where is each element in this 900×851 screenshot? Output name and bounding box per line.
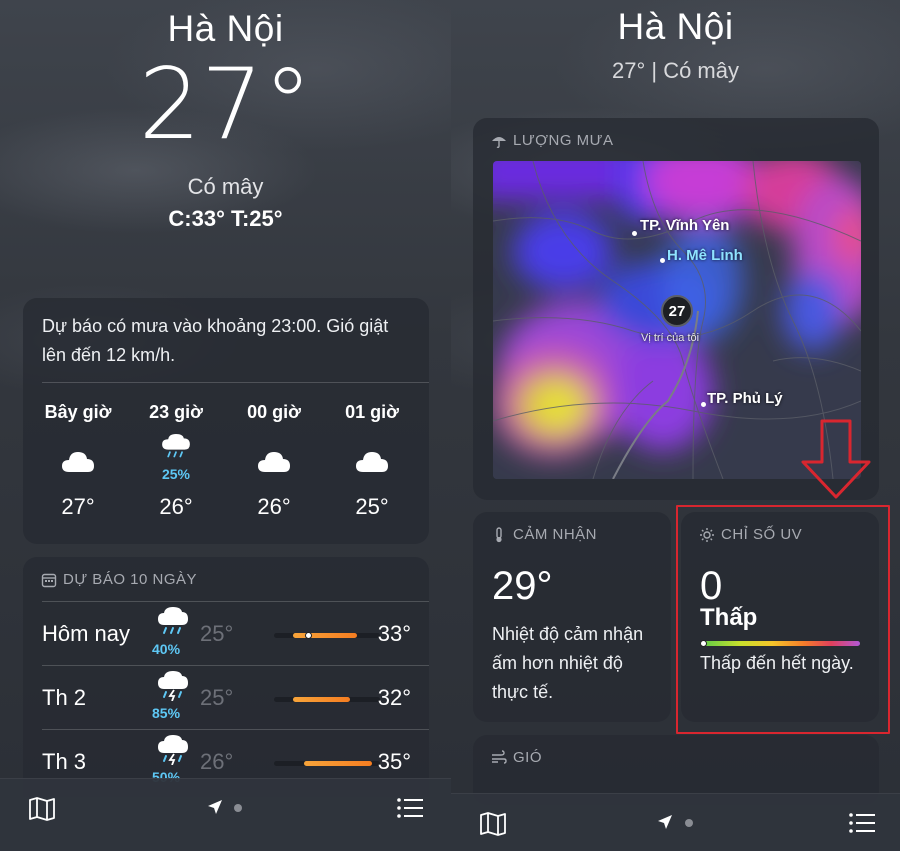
rain-probability: 25% [161, 466, 191, 482]
high-low-temperature: C:33° T:25° [168, 206, 283, 231]
rain-probability: 40% [152, 641, 181, 657]
map-label-me-linh: H. Mê Linh [667, 247, 743, 264]
bottom-toolbar [0, 778, 451, 851]
day-name: Hôm nay [42, 621, 131, 646]
current-condition: Có mây [187, 174, 264, 199]
feels-like-title-text: CẢM NHẬN [513, 526, 598, 543]
thunderstorm-icon [158, 671, 188, 701]
map-pin [660, 258, 665, 263]
page-dot[interactable] [685, 819, 693, 827]
divider [42, 665, 429, 666]
ten-day-title-text: DỰ BÁO 10 NGÀY [63, 571, 198, 588]
my-location-marker[interactable]: 27 [661, 295, 693, 327]
wind-icon [492, 749, 507, 764]
hourly-list: Bây giờ 27° 23 giờ 25% 26° 00 giờ 26° 01… [23, 400, 429, 520]
red-highlight-box [676, 505, 890, 734]
city-name: Hà Nội [167, 8, 284, 49]
ten-day-title: DỰ BÁO 10 NGÀY [41, 571, 197, 588]
day-name: Th 3 [42, 749, 87, 774]
high-temperature: 35° [377, 749, 411, 774]
temperature-range-bar [274, 761, 380, 766]
my-location-label: Vị trí của tôi [641, 332, 700, 344]
high-temperature: 32° [377, 685, 411, 710]
rain-probability: 85% [152, 705, 181, 721]
low-temperature: 25° [200, 685, 234, 710]
feels-like-description: Nhiệt độ cảm nhận ấm hơn nhiệt độ thực t… [492, 624, 644, 702]
calendar-icon [41, 573, 57, 587]
cloud-icon [62, 452, 94, 472]
divider [42, 382, 429, 383]
bottom-toolbar [451, 793, 900, 851]
hour-temperature: 26° [257, 494, 291, 519]
day-row[interactable]: Th 2 85% 25° 32° [42, 667, 411, 731]
list-icon[interactable] [396, 796, 424, 820]
current-temperature: 27° [138, 48, 313, 162]
map-label-phu-ly: TP. Phủ Lý [707, 390, 783, 407]
feels-like-card[interactable]: CẢM NHẬN 29° Nhiệt độ cảm nhận ấm hơn nh… [473, 512, 671, 722]
hour-item: 00 giờ 26° [225, 400, 323, 520]
page-dot[interactable] [234, 804, 242, 812]
weather-screen-current: Hà Nội 27° Có mây C:33° T:25° Dự báo có … [0, 0, 451, 851]
hour-item: 23 giờ 25% 26° [127, 400, 225, 520]
day-name: Th 2 [42, 685, 87, 710]
hour-temperature: 27° [61, 494, 95, 519]
hour-label: Bây giờ [44, 402, 112, 422]
red-arrow-annotation [801, 419, 871, 499]
umbrella-icon [492, 136, 506, 148]
hour-item: 01 giờ 25° [323, 400, 421, 520]
hour-temperature: 25° [355, 494, 389, 519]
map-label-vinh-yen: TP. Vĩnh Yên [640, 217, 730, 234]
cloud-rain-icon [158, 607, 188, 634]
thunderstorm-icon [158, 735, 188, 765]
hour-label: 00 giờ [247, 402, 301, 422]
forecast-summary: Dự báo có mưa vào khoảng 23:00. Gió giật… [42, 316, 389, 365]
hour-item: Bây giờ 27° [29, 400, 127, 520]
day-row[interactable]: Hôm nay 40% 25° 33° [42, 603, 411, 667]
temperature-condition-line: 27° | Có mây [611, 58, 739, 83]
compact-header: Hà Nội 27° | Có mây [451, 6, 900, 84]
feels-like-title: CẢM NHẬN [491, 526, 597, 543]
divider [42, 601, 429, 602]
temperature-range-bar [274, 632, 380, 639]
precipitation-title-text: LƯỢNG MƯA [513, 132, 614, 149]
low-temperature: 25° [200, 621, 234, 646]
map-pin [701, 402, 706, 407]
thermometer-icon [496, 526, 502, 542]
map-icon[interactable] [28, 796, 56, 822]
current-header: Hà Nội 27° Có mây C:33° T:25° [0, 8, 451, 232]
temperature-range-fill [293, 697, 351, 702]
high-temperature: 33° [377, 621, 411, 646]
location-arrow-icon[interactable] [207, 799, 223, 815]
wind-title: GIÓ [491, 749, 542, 766]
map-pin [632, 231, 637, 236]
current-temperature-dot [304, 632, 312, 639]
hour-temperature: 26° [159, 494, 193, 519]
hour-label: 23 giờ [149, 402, 203, 422]
temperature-range-bar [274, 697, 380, 702]
map-icon[interactable] [479, 811, 507, 837]
cloud-icon [356, 452, 388, 472]
hourly-forecast-card[interactable]: Dự báo có mưa vào khoảng 23:00. Gió giật… [23, 298, 429, 544]
wind-title-text: GIÓ [513, 749, 543, 766]
hour-label: 01 giờ [345, 402, 399, 422]
low-temperature: 26° [200, 749, 234, 774]
ten-day-forecast-card[interactable]: DỰ BÁO 10 NGÀY Hôm nay 40% 25° 33° Th 2 … [23, 557, 429, 797]
cloud-icon [258, 452, 290, 472]
feels-like-value: 29° [492, 564, 553, 608]
cloud-rain-icon [162, 434, 190, 458]
divider [42, 729, 429, 730]
location-arrow-icon[interactable] [657, 814, 673, 830]
temperature-range-fill [293, 633, 357, 638]
city-name: Hà Nội [617, 6, 734, 47]
temperature-range-fill [303, 761, 372, 766]
precipitation-title: LƯỢNG MƯA [491, 132, 614, 149]
list-icon[interactable] [848, 811, 876, 835]
